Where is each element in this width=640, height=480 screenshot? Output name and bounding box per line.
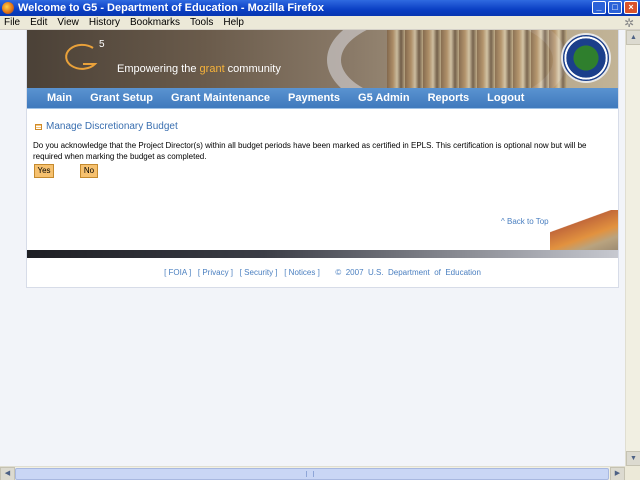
menu-help[interactable]: Help xyxy=(223,17,244,28)
minimize-button[interactable]: _ xyxy=(592,1,606,14)
no-button[interactable]: No xyxy=(80,164,98,178)
horizontal-scrollbar[interactable]: ◀ ▶ xyxy=(0,466,625,480)
menu-edit[interactable]: Edit xyxy=(30,17,47,28)
window-controls: _ □ × xyxy=(592,1,638,14)
menu-bar: File Edit View History Bookmarks Tools H… xyxy=(0,16,640,30)
main-nav: Main Grant Setup Grant Maintenance Payme… xyxy=(27,88,618,109)
scroll-grip-icon xyxy=(306,471,314,477)
close-button[interactable]: × xyxy=(624,1,638,14)
foia-link[interactable]: [ FOIA ] xyxy=(164,268,191,277)
footer: [ FOIA ] [ Privacy ] [ Security ] [ Noti… xyxy=(27,268,618,277)
acknowledgement-message: Do you acknowledge that the Project Dire… xyxy=(33,141,587,161)
back-to-top-link[interactable]: ^ Back to Top xyxy=(501,217,549,226)
g5-logo-superscript: 5 xyxy=(99,39,105,50)
nav-payments[interactable]: Payments xyxy=(279,92,349,104)
tagline-prefix: Empowering the xyxy=(117,63,200,75)
window-title: Welcome to G5 - Department of Education … xyxy=(18,2,324,14)
nav-main[interactable]: Main xyxy=(27,92,81,104)
nav-g5-admin[interactable]: G5 Admin xyxy=(349,92,419,104)
footer-divider xyxy=(27,250,618,258)
vertical-scrollbar[interactable]: ▲ ▼ xyxy=(625,30,640,466)
menu-bookmarks[interactable]: Bookmarks xyxy=(130,17,180,28)
nav-logout[interactable]: Logout xyxy=(478,92,533,104)
scroll-right-icon[interactable]: ▶ xyxy=(610,467,625,480)
nav-grant-maintenance[interactable]: Grant Maintenance xyxy=(162,92,279,104)
scrollbar-corner xyxy=(625,466,640,480)
scroll-down-icon[interactable]: ▼ xyxy=(626,451,640,466)
title-bar: Welcome to G5 - Department of Education … xyxy=(0,0,640,16)
banner-tagline: Empowering the grant community xyxy=(117,63,281,75)
nav-grant-setup[interactable]: Grant Setup xyxy=(81,92,162,104)
menu-tools[interactable]: Tools xyxy=(190,17,213,28)
bullet-icon xyxy=(35,123,42,130)
notices-link[interactable]: [ Notices ] xyxy=(284,268,320,277)
tagline-suffix: community xyxy=(224,63,281,75)
section-header: Manage Discretionary Budget xyxy=(35,121,178,132)
page-title: Manage Discretionary Budget xyxy=(46,121,178,132)
nav-reports[interactable]: Reports xyxy=(419,92,479,104)
menu-file[interactable]: File xyxy=(4,17,20,28)
banner-bookshelves xyxy=(387,30,567,88)
yes-button[interactable]: Yes xyxy=(34,164,54,178)
department-seal-icon xyxy=(561,33,611,83)
tagline-highlight: grant xyxy=(199,63,225,75)
scroll-left-icon[interactable]: ◀ xyxy=(0,467,15,480)
firefox-icon xyxy=(2,2,14,14)
maximize-button[interactable]: □ xyxy=(608,1,622,14)
throbber-icon: ✲ xyxy=(624,16,635,30)
horizontal-scroll-thumb[interactable] xyxy=(15,468,609,480)
menu-history[interactable]: History xyxy=(89,17,120,28)
g5-logo: 5 xyxy=(65,39,105,70)
browser-content: 5 Empowering the grant community Main Gr… xyxy=(0,30,625,466)
scroll-up-icon[interactable]: ▲ xyxy=(626,30,640,45)
page-frame: 5 Empowering the grant community Main Gr… xyxy=(26,30,619,288)
menu-view[interactable]: View xyxy=(57,17,79,28)
copyright-text: © 2007 U.S. Department of Education xyxy=(335,268,481,277)
header-banner: 5 Empowering the grant community xyxy=(27,30,618,88)
privacy-link[interactable]: [ Privacy ] xyxy=(198,268,233,277)
security-link[interactable]: [ Security ] xyxy=(240,268,278,277)
